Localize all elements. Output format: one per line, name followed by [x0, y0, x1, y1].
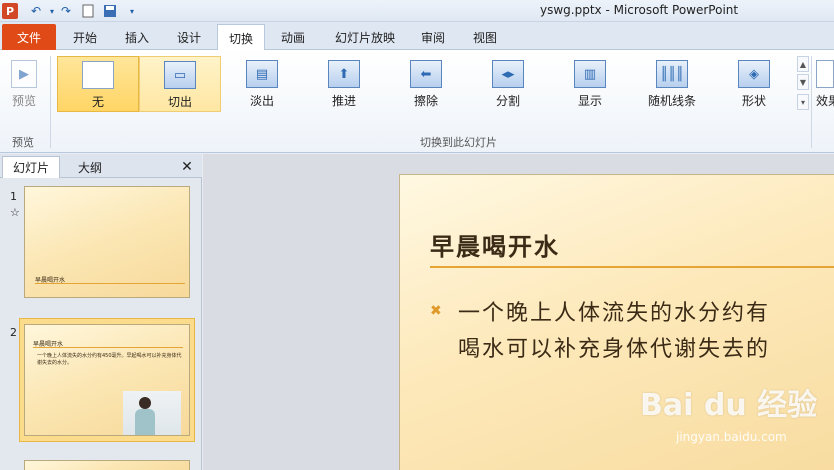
- transition-label: 无: [91, 95, 104, 109]
- slide-thumbnail[interactable]: [24, 460, 190, 470]
- preview-icon: ▶: [11, 60, 37, 88]
- transition-fade-icon: ▤: [246, 60, 278, 88]
- transition-label: 形状: [741, 94, 766, 108]
- thumb-rule: [35, 283, 185, 284]
- tab-transitions[interactable]: 切换: [217, 24, 265, 51]
- transition-label: 切出: [167, 95, 192, 109]
- transition-label: 淡出: [249, 94, 274, 108]
- window-title: yswg.pptx - Microsoft PowerPoint: [540, 3, 739, 17]
- thumb-photo: [123, 391, 181, 435]
- transition-label: 显示: [577, 94, 602, 108]
- slides-panel: 幻灯片 大纲 ✕ 1 ☆ 早晨喝开水 2 早晨喝开水 一个晚上人体流失的水分约有…: [0, 154, 202, 470]
- preview-button[interactable]: ▶ 预览: [2, 56, 46, 112]
- title-bar: P ↶ ▾ ↷ ▾ yswg.pptx - Microsoft PowerPoi…: [0, 0, 834, 22]
- undo-icon[interactable]: ↶: [28, 3, 44, 19]
- ribbon-tabs: 文件 开始 插入 设计 切换 动画 幻灯片放映 审阅 视图: [0, 22, 834, 51]
- transition-label: 擦除: [413, 94, 438, 108]
- gallery-more-button[interactable]: ▾: [797, 94, 809, 110]
- gallery-scroll-up-button[interactable]: ▲: [797, 56, 809, 72]
- shape-icon: ◈: [738, 60, 770, 88]
- group-divider: [50, 56, 51, 148]
- bullet-icon: ✖: [430, 303, 442, 319]
- thumb-body: 一个晚上人体流失的水分约有450毫升。早起喝水可以补充身体代谢失去的水分。: [37, 353, 182, 366]
- slide-number: 1: [10, 190, 17, 203]
- close-icon[interactable]: ✕: [176, 156, 198, 178]
- preview-label: 预览: [11, 94, 36, 108]
- transition-group-label: 切换到此幻灯片: [420, 136, 497, 149]
- redo-icon[interactable]: ↷: [58, 3, 74, 19]
- effect-options-icon: [816, 60, 834, 88]
- transition-fade-button[interactable]: ▤ 淡出: [221, 56, 303, 112]
- random-bars-icon: ║║║: [656, 60, 688, 88]
- person-head-icon: [139, 397, 151, 409]
- customize-qat-icon[interactable]: ▾: [124, 3, 140, 19]
- transition-none-button[interactable]: 无: [57, 56, 139, 112]
- new-file-icon[interactable]: [80, 3, 96, 19]
- panel-tabs: 幻灯片 大纲 ✕: [0, 154, 202, 178]
- effect-options-label: 效果: [816, 94, 834, 108]
- transition-shape-button[interactable]: ◈ 形状: [713, 56, 795, 112]
- thumb-rule: [33, 347, 183, 348]
- tab-home[interactable]: 开始: [62, 24, 108, 50]
- transition-split-button[interactable]: ◂▸ 分割: [467, 56, 549, 112]
- tab-slides[interactable]: 幻灯片: [2, 156, 60, 178]
- slide[interactable]: 早晨喝开水 ✖ 一个晚上人体流失的水分约有 喝水可以补充身体代谢失去的: [399, 174, 834, 470]
- slide-thumbnail[interactable]: 早晨喝开水 一个晚上人体流失的水分约有450毫升。早起喝水可以补充身体代谢失去的…: [24, 324, 190, 436]
- person-body-icon: [135, 409, 155, 435]
- tab-insert[interactable]: 插入: [114, 24, 160, 50]
- transition-label: 分割: [495, 94, 520, 108]
- slide-thumbnail[interactable]: 早晨喝开水: [24, 186, 190, 298]
- transition-label: 推进: [331, 94, 356, 108]
- tab-view[interactable]: 视图: [464, 24, 506, 50]
- baidu-watermark-url: jingyan.baidu.com: [676, 430, 787, 444]
- transition-label: 随机线条: [647, 94, 696, 108]
- transition-reveal-button[interactable]: ▥ 显示: [549, 56, 631, 112]
- tab-outline[interactable]: 大纲: [62, 156, 118, 178]
- ribbon: ▶ 预览 预览 无 ▭ 切出 ▤ 淡出 ⬆ 推进 ⬅ 擦除 ◂▸ 分割 ▥ 显示…: [0, 50, 834, 153]
- baidu-watermark: Bai du 经验: [640, 388, 818, 423]
- tab-slideshow[interactable]: 幻灯片放映: [326, 24, 404, 50]
- effect-options-button[interactable]: 效果: [812, 56, 834, 112]
- tab-review[interactable]: 审阅: [412, 24, 454, 50]
- transition-none-icon: [82, 61, 114, 89]
- slide-number: 2: [10, 326, 17, 339]
- transition-random-bars-button[interactable]: ║║║ 随机线条: [631, 56, 713, 112]
- transition-push-button[interactable]: ⬆ 推进: [303, 56, 385, 112]
- wipe-left-arrow-icon: ⬅: [410, 60, 442, 88]
- gallery-scroll-down-button[interactable]: ▼: [797, 74, 809, 90]
- save-icon[interactable]: [102, 3, 118, 19]
- transition-reveal-icon: ▥: [574, 60, 606, 88]
- transition-wipe-button[interactable]: ⬅ 擦除: [385, 56, 467, 112]
- split-arrows-icon: ◂▸: [492, 60, 524, 88]
- powerpoint-logo-icon[interactable]: P: [2, 3, 18, 19]
- preview-group-label: 预览: [12, 136, 34, 149]
- body-text-line[interactable]: 一个晚上人体流失的水分约有: [458, 295, 770, 327]
- slide-title[interactable]: 早晨喝开水: [430, 227, 560, 262]
- tab-animations[interactable]: 动画: [270, 24, 316, 50]
- push-up-arrow-icon: ⬆: [328, 60, 360, 88]
- title-underline: [430, 266, 834, 268]
- star-icon: ☆: [10, 206, 20, 219]
- transition-cut-icon: ▭: [164, 61, 196, 89]
- tab-file[interactable]: 文件: [2, 24, 56, 50]
- transition-cut-button[interactable]: ▭ 切出: [139, 56, 221, 112]
- body-text-line[interactable]: 喝水可以补充身体代谢失去的: [458, 331, 770, 363]
- tab-design[interactable]: 设计: [166, 24, 212, 50]
